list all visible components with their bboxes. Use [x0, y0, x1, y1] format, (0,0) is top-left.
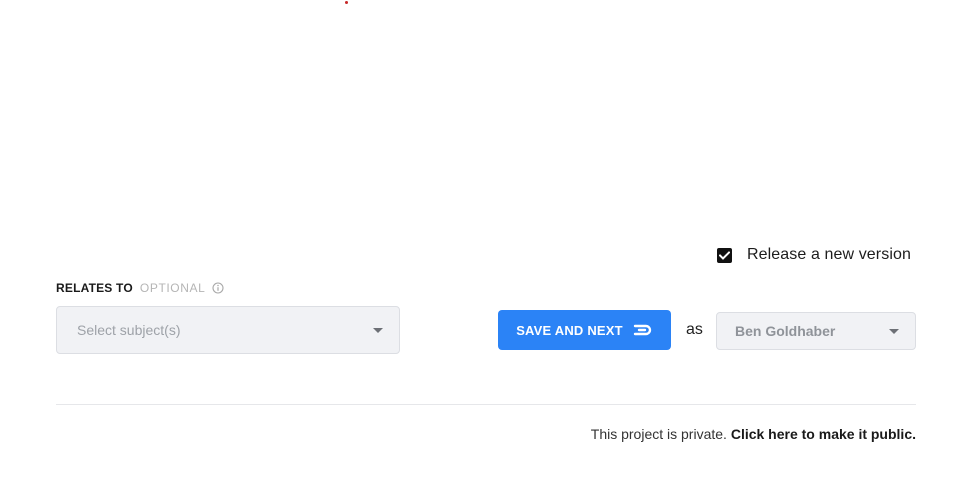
chevron-down-icon: [373, 328, 383, 333]
subject-select[interactable]: Select subject(s): [56, 306, 400, 354]
save-and-next-button[interactable]: SAVE AND NEXT: [498, 310, 671, 350]
as-label: as: [686, 321, 703, 338]
privacy-note: This project is private. Click here to m…: [591, 426, 916, 442]
red-dot: [345, 1, 348, 4]
checkmark-icon: [719, 250, 730, 260]
optional-label: OPTIONAL: [139, 281, 206, 295]
save-and-next-label: SAVE AND NEXT: [516, 322, 623, 338]
relates-to-title: RELATES TO: [56, 281, 133, 295]
enter-return-icon: [633, 324, 653, 336]
relates-to-header: RELATES TO OPTIONAL: [56, 281, 224, 295]
privacy-status-text: This project is private.: [590, 426, 731, 442]
release-version-checkbox[interactable]: [717, 247, 732, 263]
release-version-label[interactable]: Release a new version: [747, 246, 911, 264]
page: Release a new version RELATES TO OPTIONA…: [0, 0, 973, 480]
make-public-link[interactable]: Click here to make it public.: [731, 426, 916, 442]
chevron-down-icon: [889, 329, 899, 334]
info-circle-icon[interactable]: [212, 282, 224, 294]
release-user-select[interactable]: Ben Goldhaber: [716, 312, 916, 350]
release-version-option: Release a new version: [717, 246, 911, 264]
user-select-value: Ben Goldhaber: [735, 323, 836, 339]
divider: [56, 404, 916, 405]
subject-select-placeholder: Select subject(s): [77, 322, 181, 338]
